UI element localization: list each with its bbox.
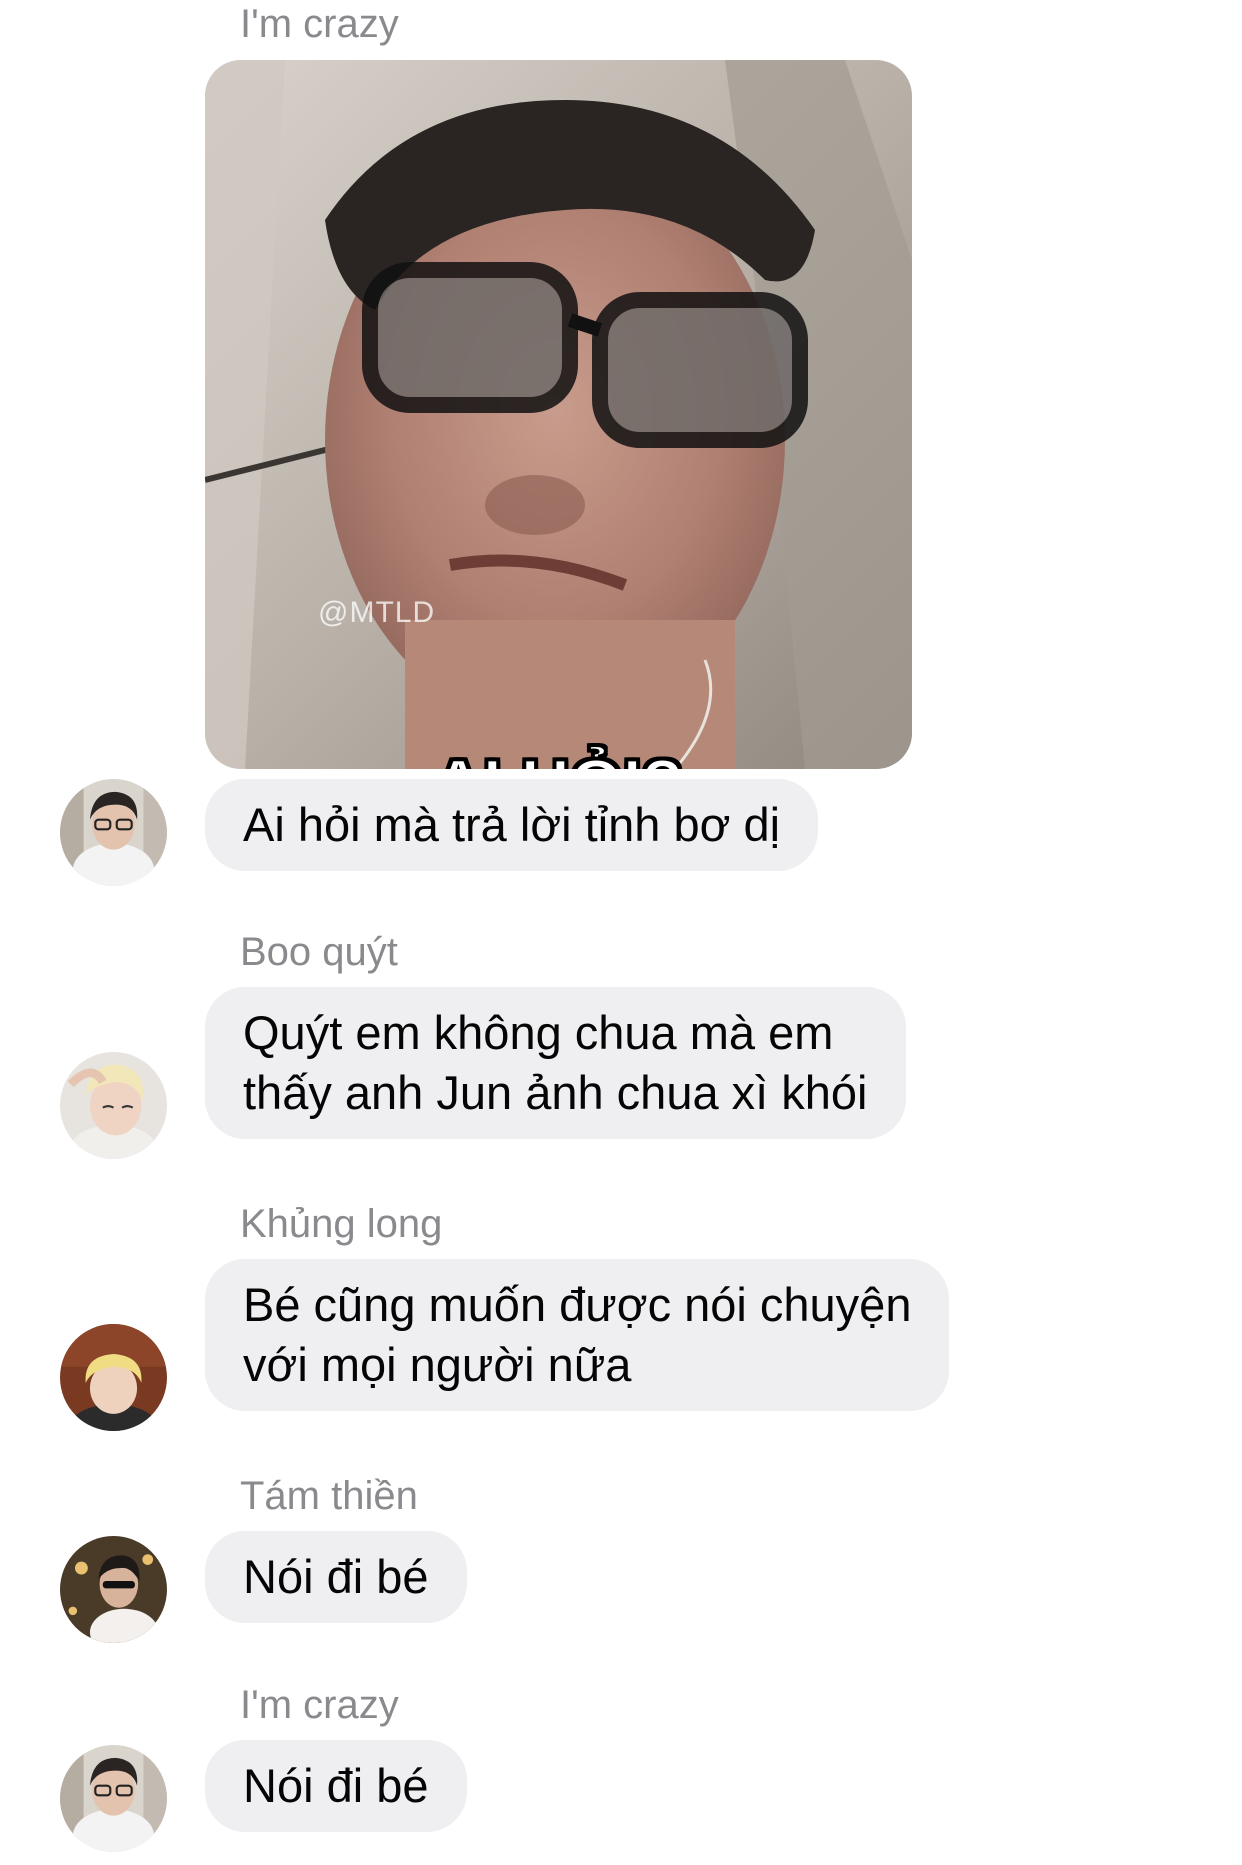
meme-photo <box>205 60 912 769</box>
avatar-photo <box>60 779 167 886</box>
avatar-photo <box>60 1052 167 1159</box>
message-text: thấy anh Jun ảnh chua xì khói <box>243 1066 868 1119</box>
image-watermark: @MTLD <box>318 596 436 629</box>
sender-name: Tám thiền <box>240 1474 418 1518</box>
message-bubble[interactable]: Quýt em không chua mà em thấy anh Jun ản… <box>205 987 906 1139</box>
avatar-photo <box>60 1536 167 1643</box>
message-text: Bé cũng muốn được nói chuyện <box>243 1278 912 1331</box>
avatar[interactable] <box>60 1324 167 1431</box>
message-text: Nói đi bé <box>243 1550 429 1603</box>
message-bubble[interactable]: Nói đi bé <box>205 1531 467 1623</box>
avatar[interactable] <box>60 1745 167 1852</box>
message-bubble[interactable]: Nói đi bé <box>205 1740 467 1832</box>
sender-name: Boo quýt <box>240 930 398 974</box>
image-caption: AI HỎI? <box>205 745 912 769</box>
meme-image[interactable]: @MTLD AI HỎI? <box>205 60 912 769</box>
sender-name: I'm crazy <box>240 1683 399 1727</box>
avatar[interactable] <box>60 779 167 886</box>
message-text: với mọi người nữa <box>243 1338 632 1391</box>
avatar[interactable] <box>60 1536 167 1643</box>
message-text: Quýt em không chua mà em <box>243 1006 834 1059</box>
avatar-photo <box>60 1745 167 1852</box>
sender-name: Khủng long <box>240 1202 443 1246</box>
message-text: Nói đi bé <box>243 1759 429 1812</box>
sender-name: I'm crazy <box>240 2 399 46</box>
message-bubble[interactable]: Ai hỏi mà trả lời tỉnh bơ dị <box>205 779 819 871</box>
message-bubble[interactable]: Bé cũng muốn được nói chuyện với mọi ngư… <box>205 1259 950 1411</box>
avatar[interactable] <box>60 1052 167 1159</box>
message-text: Ai hỏi mà trả lời tỉnh bơ dị <box>243 798 781 851</box>
avatar-photo <box>60 1324 167 1431</box>
